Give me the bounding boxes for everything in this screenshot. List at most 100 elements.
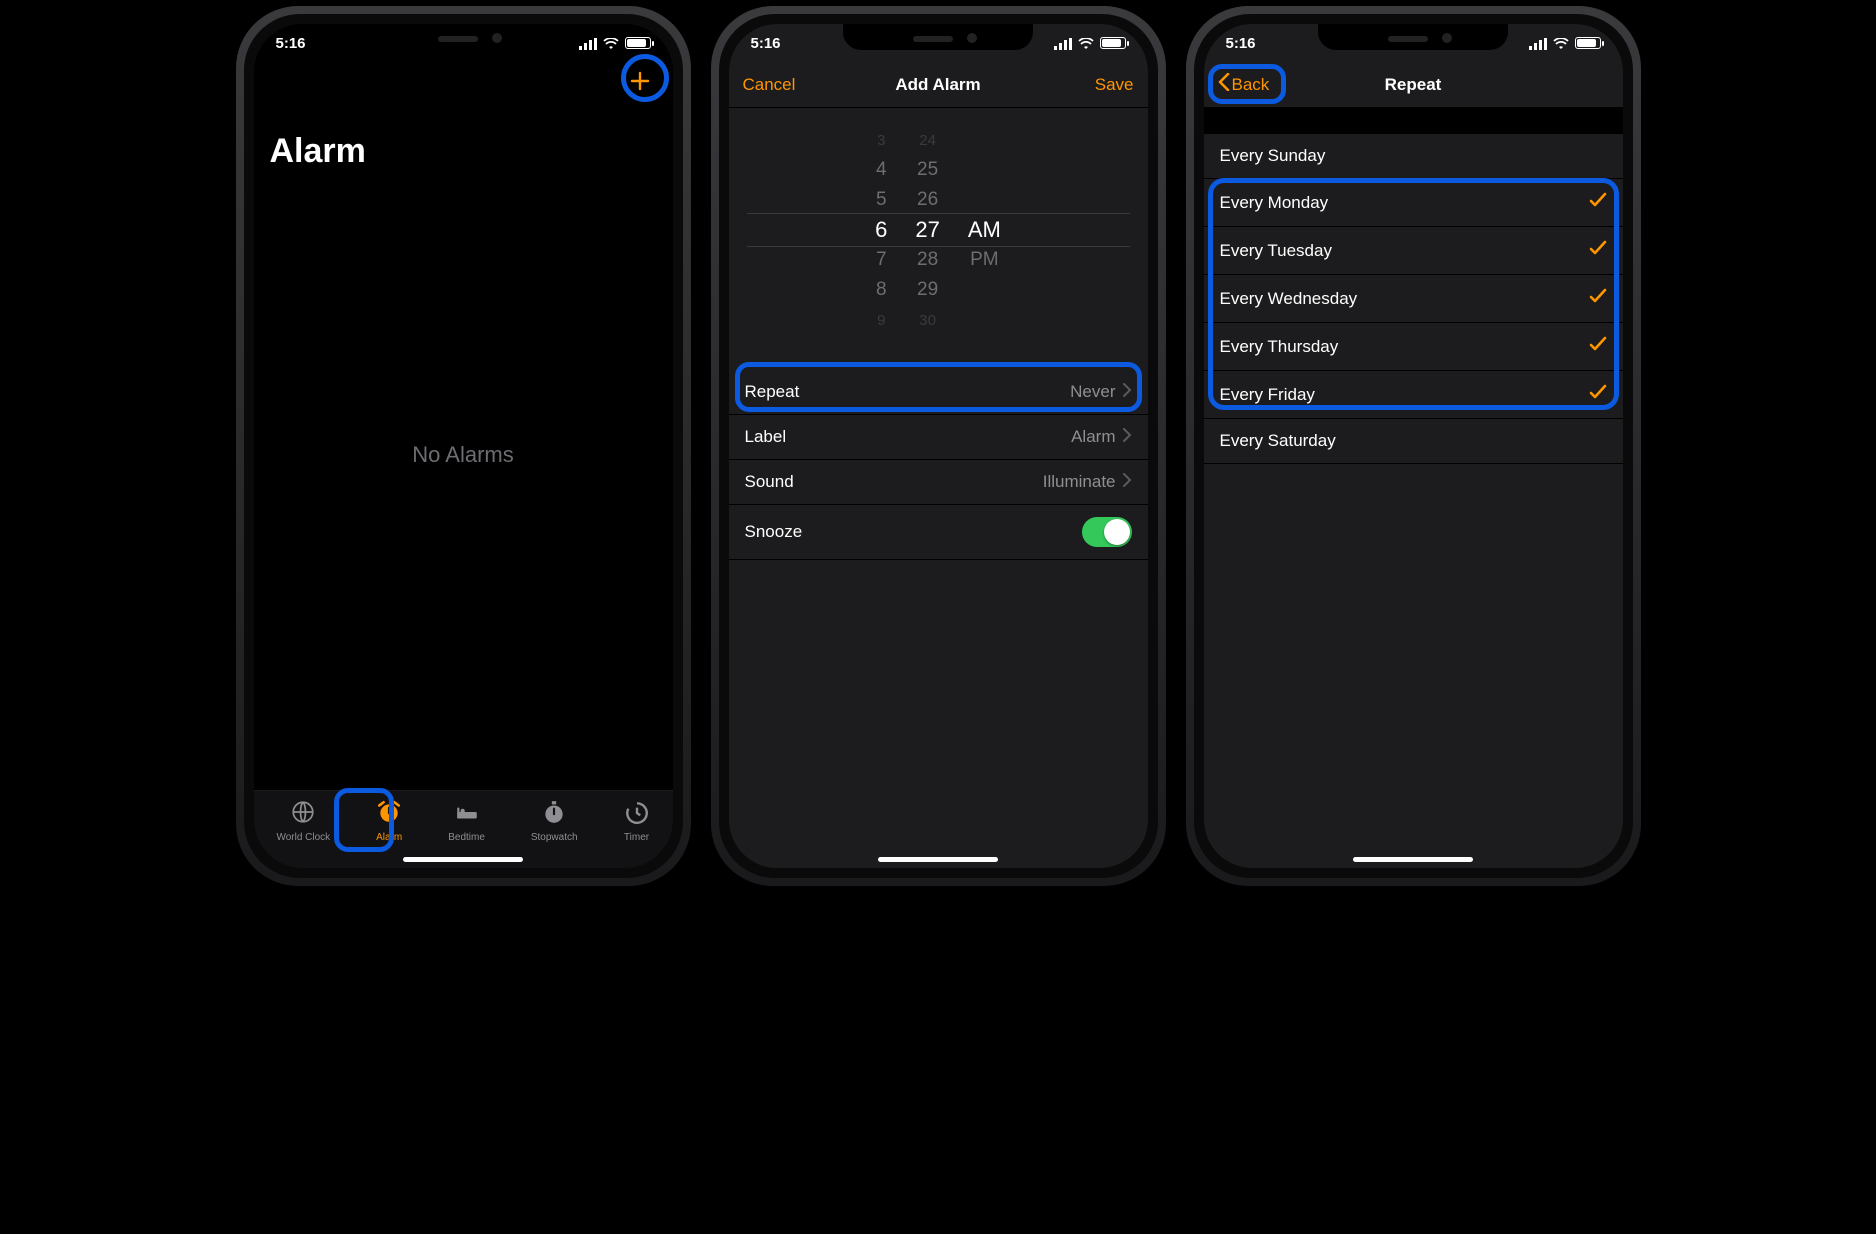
tab-label: Alarm xyxy=(376,832,402,843)
tab-bedtime[interactable]: Bedtime xyxy=(448,799,485,843)
save-button[interactable]: Save xyxy=(1081,62,1148,107)
picker-value: 26 xyxy=(917,186,938,214)
screen-repeat: 5:16 Back Repeat xyxy=(1204,24,1623,868)
picker-period-column[interactable]: AM PM xyxy=(968,126,1001,334)
notch xyxy=(843,24,1033,50)
empty-state-text: No Alarms xyxy=(254,119,673,790)
picker-value-selected: 6 xyxy=(875,216,887,244)
row-label: Repeat xyxy=(745,382,800,402)
tab-timer[interactable]: Timer xyxy=(624,799,650,843)
screen-alarm-list: 5:16 xyxy=(254,24,673,868)
chevron-left-icon xyxy=(1218,73,1230,96)
day-row-thursday[interactable]: Every Thursday xyxy=(1204,323,1623,371)
cancel-button[interactable]: Cancel xyxy=(729,62,810,107)
day-row-monday[interactable]: Every Monday xyxy=(1204,179,1623,227)
status-time: 5:16 xyxy=(276,35,306,52)
nav-title: Repeat xyxy=(1385,75,1442,95)
picker-value-selected: 27 xyxy=(915,216,939,244)
phone-frame-2: 5:16 Cancel Add Alarm Save 3 xyxy=(711,6,1166,886)
time-picker[interactable]: 3 4 5 6 7 8 9 24 25 26 27 28 29 xyxy=(729,108,1148,352)
picker-value: 5 xyxy=(876,186,887,214)
day-row-friday[interactable]: Every Friday xyxy=(1204,371,1623,419)
tab-label: Stopwatch xyxy=(531,832,578,843)
row-repeat[interactable]: Repeat Never xyxy=(729,370,1148,415)
row-label: Sound xyxy=(745,472,794,492)
page-title: Alarm xyxy=(270,132,673,171)
nav-bar: Cancel Add Alarm Save xyxy=(729,62,1148,108)
status-time: 5:16 xyxy=(1226,35,1256,52)
picker-value: 24 xyxy=(919,126,936,154)
alarm-icon xyxy=(376,799,402,828)
chevron-right-icon xyxy=(1122,472,1132,492)
tab-world-clock[interactable]: World Clock xyxy=(276,799,330,843)
tab-alarm[interactable]: Alarm xyxy=(376,799,402,843)
battery-icon xyxy=(1100,37,1126,49)
battery-icon xyxy=(625,37,651,49)
picker-value: 28 xyxy=(917,246,938,274)
status-time: 5:16 xyxy=(751,35,781,52)
row-label: Snooze xyxy=(745,522,803,542)
home-indicator[interactable] xyxy=(1353,857,1473,862)
cellular-icon xyxy=(1529,37,1547,49)
checkmark-icon xyxy=(1589,383,1607,406)
checkmark-icon xyxy=(1589,287,1607,310)
picker-value: 8 xyxy=(876,276,887,304)
picker-minute-column[interactable]: 24 25 26 27 28 29 30 xyxy=(915,126,939,334)
day-label: Every Thursday xyxy=(1220,337,1339,357)
tab-label: Timer xyxy=(624,832,649,843)
day-label: Every Saturday xyxy=(1220,431,1336,451)
home-indicator[interactable] xyxy=(403,857,523,862)
day-label: Every Monday xyxy=(1220,193,1329,213)
checkmark-icon xyxy=(1589,335,1607,358)
chevron-right-icon xyxy=(1122,427,1132,447)
plus-icon xyxy=(628,69,652,98)
stopwatch-icon xyxy=(541,799,567,828)
tab-stopwatch[interactable]: Stopwatch xyxy=(531,799,578,843)
nav-right-label: Save xyxy=(1095,75,1134,95)
picker-value: 7 xyxy=(876,246,887,274)
wifi-icon xyxy=(1553,37,1569,49)
day-row-tuesday[interactable]: Every Tuesday xyxy=(1204,227,1623,275)
day-row-wednesday[interactable]: Every Wednesday xyxy=(1204,275,1623,323)
checkmark-icon xyxy=(1589,239,1607,262)
phone-frame-3: 5:16 Back Repeat xyxy=(1186,6,1641,886)
picker-value: 4 xyxy=(876,156,887,184)
day-label: Every Friday xyxy=(1220,385,1315,405)
nav-title: Add Alarm xyxy=(895,75,980,95)
cellular-icon xyxy=(579,37,597,49)
day-label: Every Sunday xyxy=(1220,146,1326,166)
wifi-icon xyxy=(603,37,619,49)
day-label: Every Wednesday xyxy=(1220,289,1358,309)
checkmark-icon xyxy=(1589,191,1607,214)
phone-frame-1: 5:16 xyxy=(236,6,691,886)
timer-icon xyxy=(624,799,650,828)
tab-label: World Clock xyxy=(276,832,330,843)
add-alarm-button[interactable] xyxy=(621,64,659,102)
screen-add-alarm: 5:16 Cancel Add Alarm Save 3 xyxy=(729,24,1148,868)
row-sound[interactable]: Sound Illuminate xyxy=(729,460,1148,505)
picker-value: 3 xyxy=(877,126,885,154)
globe-icon xyxy=(290,799,316,828)
notch xyxy=(368,24,558,50)
row-snooze: Snooze xyxy=(729,505,1148,560)
day-label: Every Tuesday xyxy=(1220,241,1332,261)
back-button[interactable]: Back xyxy=(1204,62,1284,107)
row-label-alarm[interactable]: Label Alarm xyxy=(729,415,1148,460)
chevron-right-icon xyxy=(1122,382,1132,402)
picker-value: 25 xyxy=(917,156,938,184)
cellular-icon xyxy=(1054,37,1072,49)
day-row-sunday[interactable]: Every Sunday xyxy=(1204,134,1623,179)
notch xyxy=(1318,24,1508,50)
wifi-icon xyxy=(1078,37,1094,49)
home-indicator[interactable] xyxy=(878,857,998,862)
picker-hour-column[interactable]: 3 4 5 6 7 8 9 xyxy=(875,126,887,334)
row-value: Alarm xyxy=(1071,427,1115,447)
snooze-toggle[interactable] xyxy=(1082,517,1132,547)
day-row-saturday[interactable]: Every Saturday xyxy=(1204,419,1623,464)
row-label: Label xyxy=(745,427,787,447)
bed-icon xyxy=(454,799,480,828)
tab-label: Bedtime xyxy=(448,832,485,843)
picker-value: 30 xyxy=(919,306,936,334)
nav-bar: Back Repeat xyxy=(1204,62,1623,108)
nav-left-label: Cancel xyxy=(743,75,796,95)
